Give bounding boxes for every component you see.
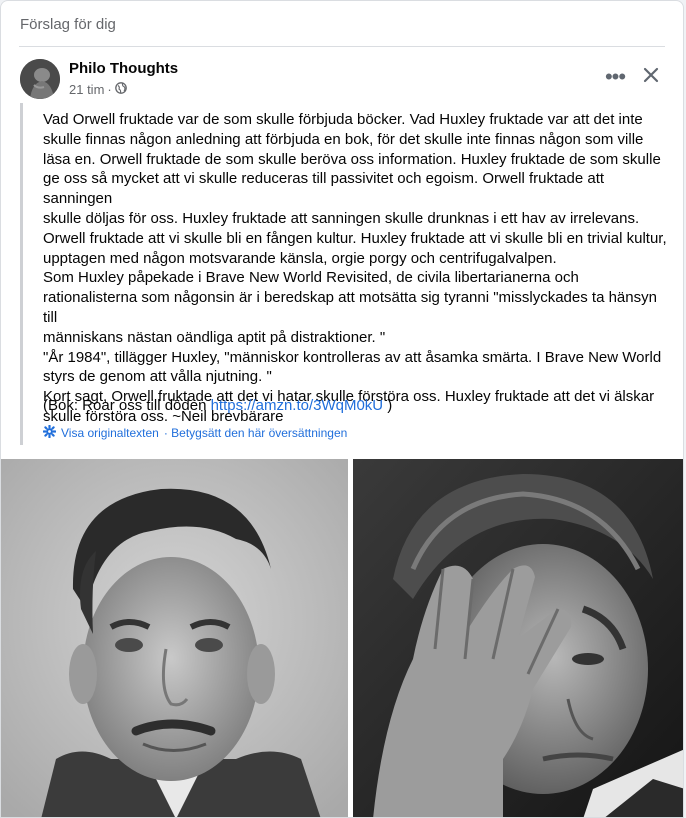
gear-icon [42,424,57,441]
post-body-line: "År 1984", tillägger Huxley, "människor … [43,348,662,366]
post-body-line: skulle döljas för oss. Huxley fruktade a… [43,209,640,227]
post-body-line: upptagen med någon motsvarande känsla, o… [43,249,557,267]
post-body-line: Som Huxley påpekade i Brave New World Re… [43,269,579,287]
close-icon [643,67,659,83]
post-meta: 21 tim · [69,82,127,97]
book-suffix: ) [383,397,393,414]
close-button[interactable] [637,61,665,89]
photo-huxley[interactable] [353,459,683,817]
translated-post-block: Vad Orwell fruktade var de som skulle fö… [20,103,673,445]
more-options-button[interactable]: ••• [601,63,629,91]
post-body-line: styrs de genom att vålla njutning. " [43,368,272,386]
post-body-line: skulle finnas någon anledning att förbju… [43,130,644,148]
translation-bar: Visa originaltexten · Betygsätt den här … [42,424,347,441]
meta-separator: · [107,82,112,97]
post-body: Vad Orwell fruktade var de som skulle fö… [43,110,671,427]
avatar[interactable] [20,59,60,99]
post-card: Förslag för dig Philo Thoughts 21 tim · … [0,0,684,818]
author-name[interactable]: Philo Thoughts [69,60,178,77]
globe-icon [114,82,127,97]
post-body-line: Orwell fruktade att vi skulle bli en fån… [43,229,667,247]
rate-translation-link[interactable]: · Betygsätt den här översättningen [164,426,347,440]
see-original-link[interactable]: Visa originaltexten [61,426,159,440]
photo-orwell[interactable] [1,459,348,817]
book-prefix: (Bok: Roar oss till döden [43,397,211,414]
book-reference: (Bok: Roar oss till döden https://amzn.t… [43,397,392,414]
post-body-line: människans nästan oändliga aptit på dist… [43,328,386,346]
post-body-line: Vad Orwell fruktade var de som skulle fö… [43,111,643,128]
suggested-for-you-label: Förslag för dig [20,16,116,33]
post-body-line: läsa en. Orwell fruktade de som skulle b… [43,150,661,168]
post-body-line: rationalisterna som någonsin är i bereds… [43,289,657,326]
header-divider [19,46,665,47]
book-link[interactable]: https://amzn.to/3WqM0kU [211,397,384,414]
post-body-line: ge oss så mycket att vi skulle reduceras… [43,170,605,208]
post-time[interactable]: 21 tim [69,82,104,97]
